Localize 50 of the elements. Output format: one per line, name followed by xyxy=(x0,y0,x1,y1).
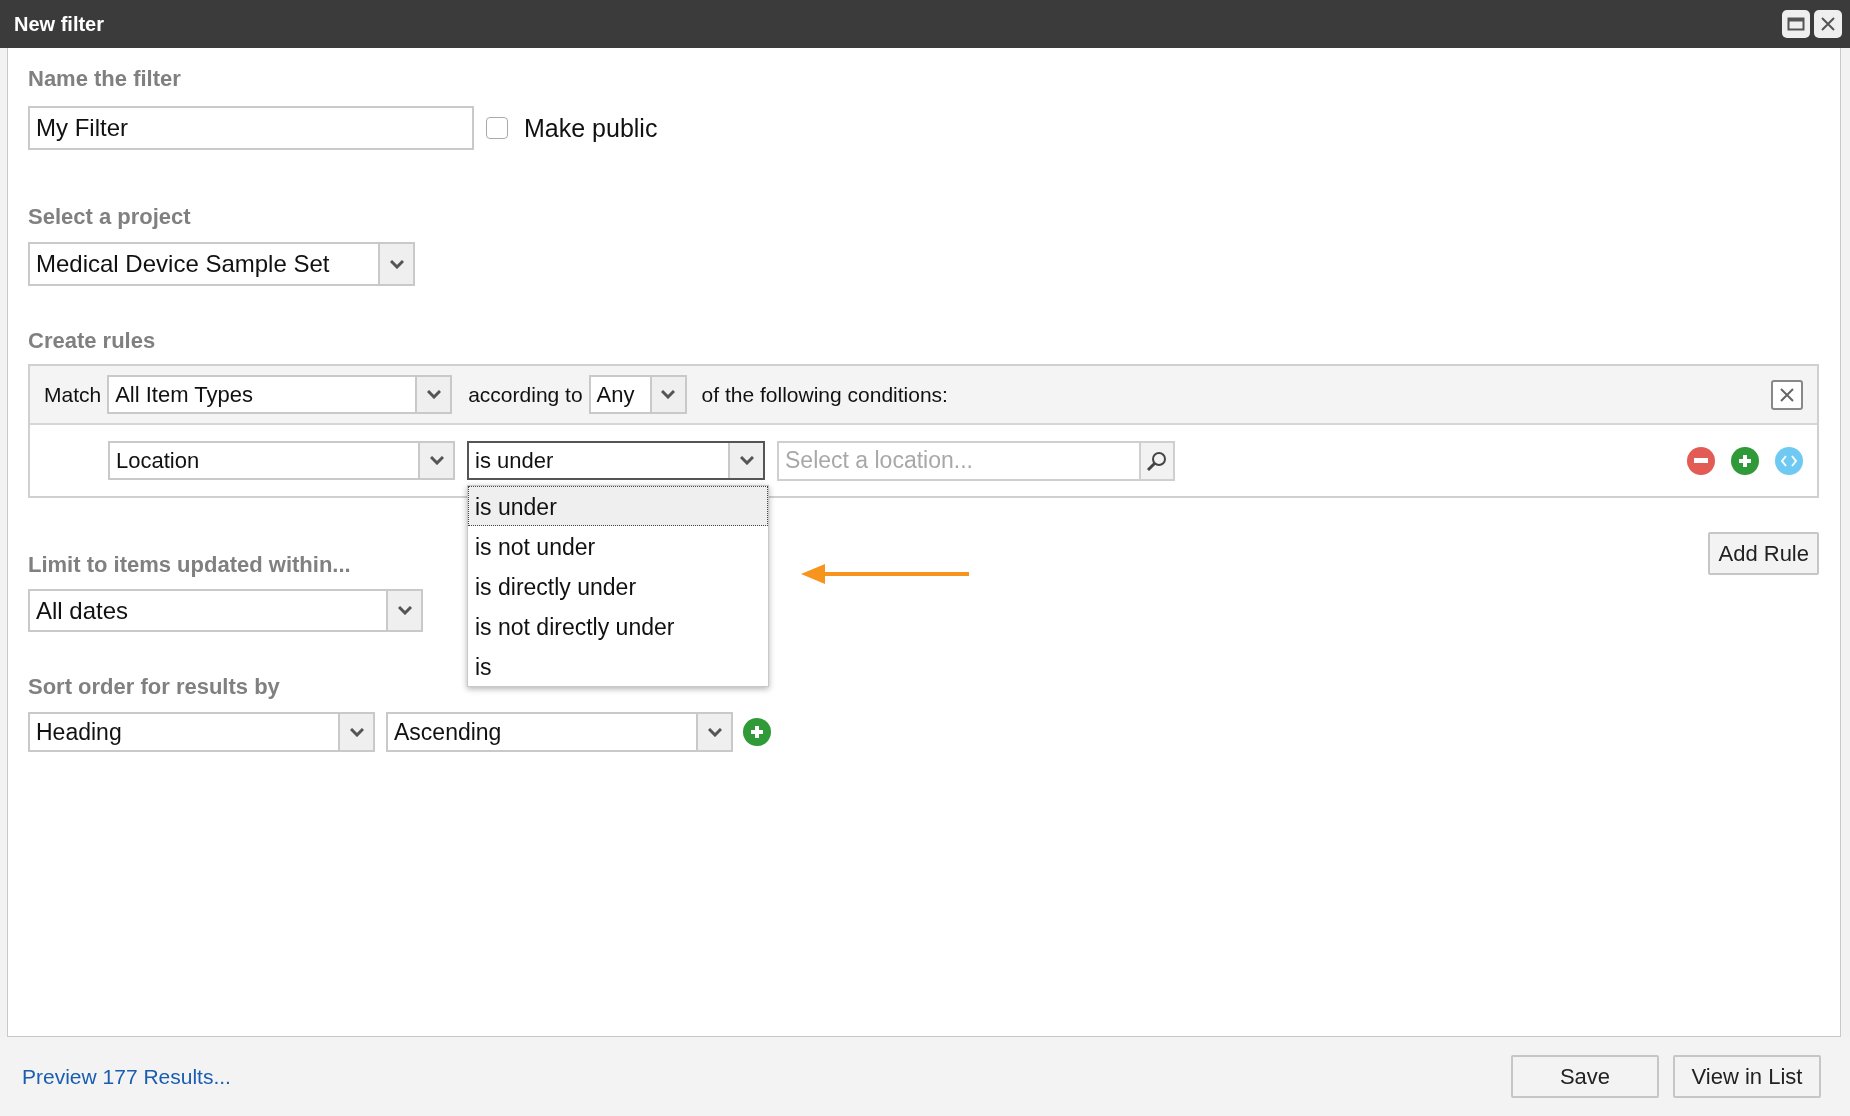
search-icon xyxy=(1146,449,1168,472)
chevron-down-icon xyxy=(397,606,412,615)
footer-button[interactable]: View in List xyxy=(1673,1055,1821,1098)
maximize-icon xyxy=(1787,17,1805,31)
close-icon xyxy=(1820,16,1836,32)
according-label: according to xyxy=(468,382,583,407)
location-field[interactable]: Select a location... xyxy=(777,440,1139,481)
remove-icon[interactable] xyxy=(1687,446,1715,475)
section-label: Select a project xyxy=(28,203,191,231)
date-range-select[interactable]: All dates xyxy=(28,589,423,632)
sort-direction-select[interactable]: Ascending xyxy=(386,712,733,752)
footer-button[interactable]: Save xyxy=(1511,1055,1659,1098)
chevron-down-icon xyxy=(389,259,404,269)
dropdown-option[interactable]: is directly under xyxy=(468,566,768,606)
maximize-button[interactable] xyxy=(1782,10,1810,38)
remove-rules-button[interactable] xyxy=(1771,379,1803,410)
add-icon[interactable] xyxy=(743,718,771,746)
close-button[interactable] xyxy=(1814,10,1842,38)
chevron-down-icon xyxy=(707,727,722,737)
project-select[interactable]: Medical Device Sample Set xyxy=(28,242,415,286)
code-icon[interactable] xyxy=(1775,446,1803,475)
sort-field-select[interactable]: Heading xyxy=(28,712,375,752)
preview-link[interactable]: Preview 177 Results... xyxy=(22,1064,231,1089)
dropdown-option[interactable]: is not directly under xyxy=(468,606,768,646)
item-type-select[interactable]: All Item Types xyxy=(107,375,453,414)
chevron-down-icon xyxy=(661,390,676,399)
section-label: Limit to items updated within... xyxy=(28,551,351,579)
mode-select[interactable]: Any xyxy=(588,375,687,414)
chevron-down-icon xyxy=(429,456,444,465)
close-icon xyxy=(1779,386,1795,403)
add-icon[interactable] xyxy=(1731,446,1759,475)
chevron-down-icon xyxy=(739,456,754,465)
section-label: Sort order for results by xyxy=(28,673,280,701)
match-label: Match xyxy=(44,382,102,407)
window-title: New filter xyxy=(14,12,105,36)
filter-name-field[interactable]: My Filter xyxy=(28,106,474,150)
operator-select[interactable]: is under xyxy=(467,441,765,480)
dropdown-option[interactable]: is under xyxy=(468,486,768,526)
conditions-label: of the following conditions: xyxy=(701,382,948,407)
dropdown-option[interactable]: is not under xyxy=(468,526,768,566)
field-select[interactable]: Location xyxy=(108,441,455,480)
checkbox-label: Make public xyxy=(524,113,658,143)
search-button[interactable] xyxy=(1139,440,1175,481)
add-rule-button[interactable]: Add Rule xyxy=(1708,532,1819,575)
section-label: Name the filter xyxy=(28,65,181,93)
section-label: Create rules xyxy=(28,327,156,355)
make-public-checkbox[interactable] xyxy=(486,117,508,139)
dropdown-option[interactable]: is xyxy=(468,646,768,686)
chevron-down-icon xyxy=(349,727,364,737)
chevron-down-icon xyxy=(426,390,441,399)
